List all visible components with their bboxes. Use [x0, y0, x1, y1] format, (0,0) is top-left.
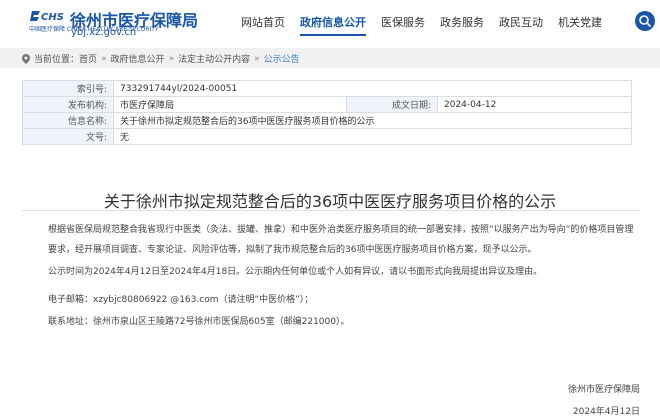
signature-date: 2024年4月12日	[572, 407, 640, 417]
svg-text:CHS: CHS	[41, 12, 64, 23]
org-value: 市医疗保障局	[113, 96, 347, 113]
site-url: ybj.xz.gov.cn	[71, 27, 137, 38]
nav-item-5[interactable]: 机关党建	[558, 14, 602, 30]
nav-item-2[interactable]: 医保服务	[381, 14, 425, 30]
table-row: 索引号: 733291744yl/2024-00051	[22, 80, 632, 97]
search-button[interactable]	[635, 11, 655, 31]
breadcrumb-statutory[interactable]: 法定主动公开内容	[178, 52, 250, 65]
breadcrumb-separator: »	[168, 53, 175, 64]
date-label: 成文日期:	[346, 96, 438, 113]
breadcrumb-separator: »	[254, 53, 260, 64]
breadcrumb: 当前位置： 首页 » 政府信息公开 » 法定主动公开内容 » 公示公告	[22, 52, 300, 65]
article-email: 电子邮箱：xzybjc80806922 @163.com（请注明“中医价格”）；	[48, 295, 314, 305]
docno-value: 无	[113, 128, 632, 145]
search-icon	[639, 15, 651, 27]
breadcrumb-separator: »	[101, 53, 107, 64]
nav-item-4[interactable]: 政民互动	[499, 14, 543, 30]
breadcrumb-announcements[interactable]: 公示公告	[264, 52, 300, 65]
signature-org: 徐州市医疗保障局	[567, 385, 640, 395]
document-meta-table: 索引号: 733291744yl/2024-00051 发布机构: 市医疗保障局…	[22, 80, 632, 145]
article-address: 联系地址：徐州市泉山区王陵路72号徐州市医保局605室（邮编221000）。	[48, 317, 350, 327]
article-paragraph: 公示时间为2024年4月12日至2024年4月18日。公示期内任何单位或个人如有…	[48, 267, 543, 277]
location-pin-icon	[22, 53, 30, 64]
breadcrumb-prefix: 当前位置：	[34, 55, 80, 65]
nav-item-0[interactable]: 网站首页	[241, 14, 285, 30]
org-label: 发布机构:	[22, 96, 114, 113]
docno-label: 文号:	[22, 128, 114, 145]
date-value: 2024-04-12	[437, 96, 632, 113]
table-row: 发布机构: 市医疗保障局 成文日期: 2024-04-12	[22, 96, 632, 113]
article-paragraph: 根据省医保局规范整合我省现行中医类（灸法、拔罐、推拿）和中医外治类医疗服务项目的…	[48, 225, 634, 255]
main-nav: 网站首页 政府信息公开 医保服务 政务服务 政民互动 机关党建	[226, 14, 602, 36]
chs-logo-icon[interactable]: CHS	[30, 9, 64, 23]
index-label: 索引号:	[22, 80, 114, 97]
title-divider	[22, 210, 640, 211]
breadcrumb-bar: 当前位置： 首页 » 政府信息公开 » 法定主动公开内容 » 公示公告	[0, 48, 660, 68]
table-row: 信息名称: 关于徐州市拟定规范整合后的36项中医医疗服务项目价格的公示	[22, 112, 632, 129]
name-value: 关于徐州市拟定规范整合后的36项中医医疗服务项目价格的公示	[113, 112, 632, 129]
nav-item-3[interactable]: 政务服务	[440, 14, 484, 30]
nav-item-1[interactable]: 政府信息公开	[300, 14, 366, 36]
index-value: 733291744yl/2024-00051	[113, 80, 632, 97]
name-label: 信息名称:	[22, 112, 114, 129]
article-title: 关于徐州市拟定规范整合后的36项中医医疗服务项目价格的公示	[103, 192, 557, 211]
table-row: 文号: 无	[22, 128, 632, 145]
breadcrumb-home[interactable]: 首页	[79, 52, 97, 65]
breadcrumb-gov-info[interactable]: 政府信息公开	[111, 52, 165, 65]
site-header: CHS 中国医疗保障 CHINA HEALTHCARE SECURITY 徐州市…	[0, 0, 660, 44]
